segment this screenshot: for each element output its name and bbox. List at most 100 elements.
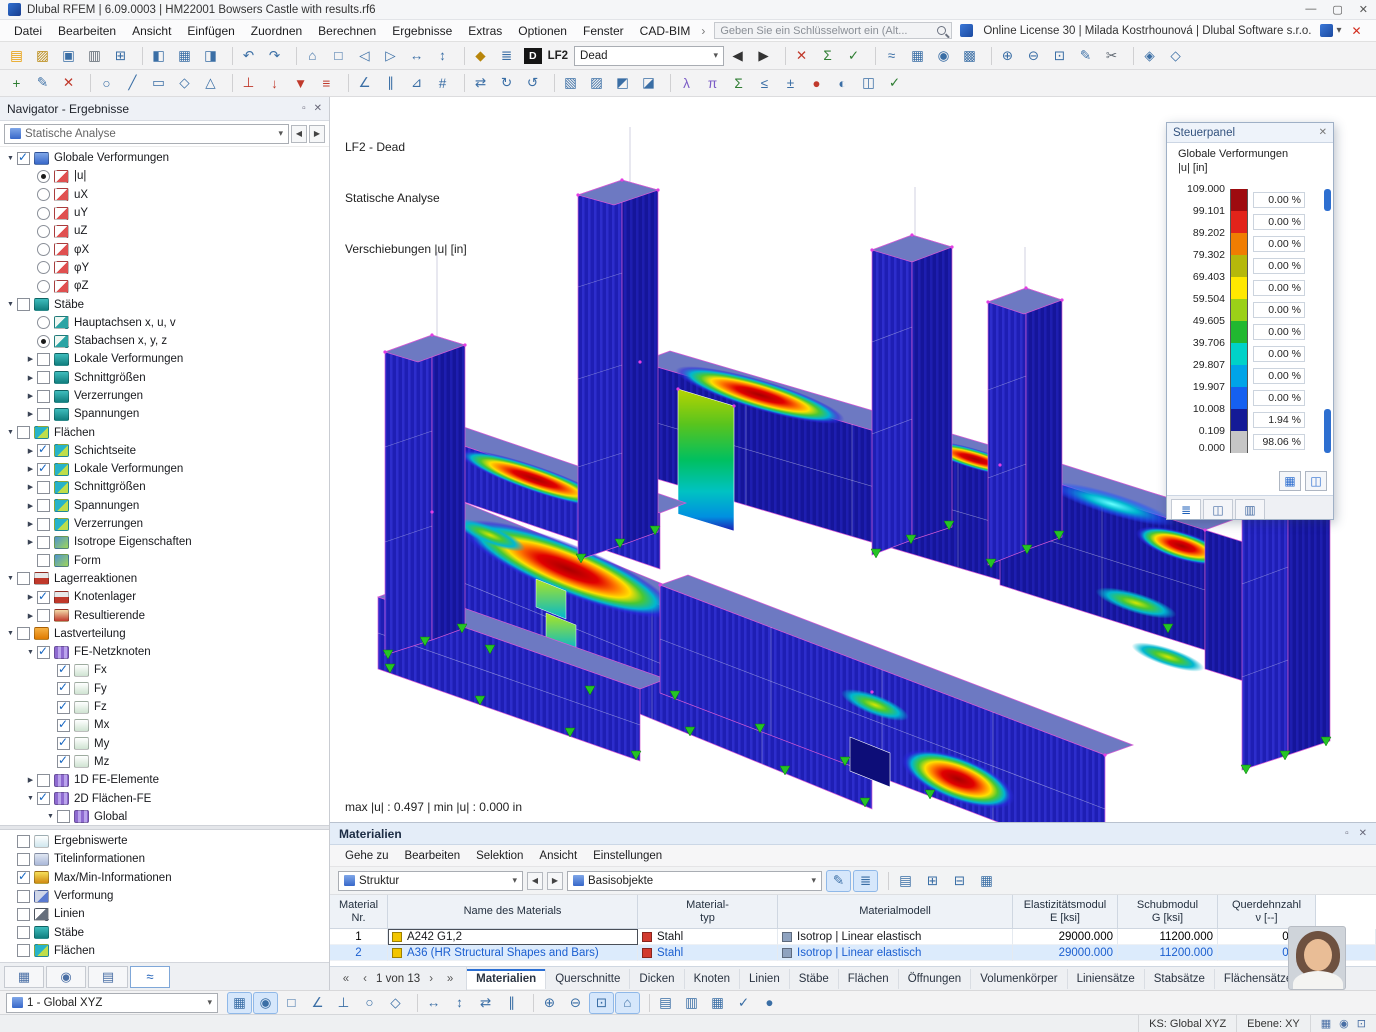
toolbar-icon[interactable]: ◆ — [468, 45, 493, 67]
nav-tree-item[interactable]: Flächen — [0, 423, 329, 441]
toolbar-icon[interactable]: ≣ — [853, 870, 878, 892]
toolbar-icon[interactable]: ⊥ — [331, 992, 356, 1014]
toggle-control[interactable] — [57, 755, 70, 768]
navigator-tab[interactable]: ◉ — [46, 966, 86, 988]
toolbar-icon[interactable] — [84, 74, 91, 92]
menu-item[interactable]: Selektion — [469, 848, 530, 864]
nav-tree-item[interactable]: uX — [0, 186, 329, 204]
toolbar-icon[interactable]: ▷ — [378, 45, 403, 67]
menu-item[interactable]: Datei — [6, 22, 50, 40]
toolbar-icon[interactable]: ⊟ — [947, 870, 972, 892]
toolbar-icon[interactable]: ≤ — [752, 72, 777, 94]
toggle-control[interactable] — [37, 792, 50, 805]
column-header[interactable]: Elastizitätsmodul E [ksi] — [1013, 895, 1118, 929]
toolbar-icon[interactable]: ● — [757, 992, 782, 1014]
chevron-down-icon[interactable]: ▾ — [278, 128, 283, 139]
toolbar-icon[interactable] — [458, 74, 465, 92]
loadcase-select[interactable]: Dead ▾ — [574, 46, 724, 66]
toggle-control[interactable] — [57, 737, 70, 750]
toggle-control[interactable] — [57, 719, 70, 732]
toggle-control[interactable] — [37, 518, 50, 531]
toggle-control[interactable] — [17, 944, 30, 957]
toolbar-icon[interactable]: ▦ — [227, 992, 252, 1014]
panel-tab[interactable]: ◫ — [1203, 499, 1233, 519]
nav-tree-item[interactable]: uY — [0, 204, 329, 222]
expander-icon[interactable] — [24, 520, 37, 528]
close-icon[interactable]: ✕ — [1359, 3, 1368, 16]
expander-icon[interactable] — [24, 795, 37, 802]
toolbar-icon[interactable]: ◇ — [1163, 45, 1188, 67]
nav-tree-item[interactable]: Mz — [0, 753, 329, 771]
expander-icon[interactable] — [24, 649, 37, 656]
toolbar-icon[interactable]: ⊖ — [1021, 45, 1046, 67]
nav-tree-item[interactable]: Stabachsen x, y, z — [0, 332, 329, 350]
toolbar-icon[interactable]: ∠ — [352, 72, 377, 94]
toolbar-icon[interactable] — [869, 47, 876, 65]
toggle-control[interactable] — [37, 353, 50, 366]
toggle-control[interactable] — [37, 444, 50, 457]
chevron-down-icon[interactable]: ▾ — [811, 875, 816, 886]
toggle-control[interactable] — [57, 701, 70, 714]
toggle-control[interactable] — [17, 926, 30, 939]
material-name-cell[interactable]: A36 (HR Structural Shapes and Bars) — [388, 945, 638, 961]
toolbar-icon[interactable]: ▦ — [705, 992, 730, 1014]
column-header[interactable]: Schubmodul G [ksi] — [1118, 895, 1218, 929]
close-icon[interactable]: ✕ — [1359, 828, 1367, 839]
toggle-control[interactable] — [17, 572, 30, 585]
toolbar-icon[interactable]: ▩ — [957, 45, 982, 67]
menu-item[interactable]: Ergebnisse — [384, 22, 460, 40]
toolbar-icon[interactable]: ✎ — [826, 870, 851, 892]
keyword-search-input[interactable]: Geben Sie ein Schlüsselwort ein (Alt... — [714, 22, 952, 39]
expander-icon[interactable] — [24, 776, 37, 784]
nav-tree-item[interactable]: FE-Netzknoten — [0, 643, 329, 661]
toolbar-icon[interactable]: ≈ — [879, 45, 904, 67]
toolbar-icon[interactable]: ∠ — [305, 992, 330, 1014]
toolbar-icon[interactable]: ● — [804, 72, 829, 94]
expander-icon[interactable] — [4, 301, 17, 308]
chevron-down-icon[interactable]: ▾ — [714, 50, 719, 61]
toolbar-icon[interactable]: ✓ — [882, 72, 907, 94]
chevron-down-icon[interactable]: ▾ — [512, 875, 517, 886]
toolbar-icon[interactable]: ⊕ — [995, 45, 1020, 67]
nav-tree-item[interactable]: Schnittgrößen — [0, 369, 329, 387]
expander-icon[interactable] — [24, 465, 37, 473]
menu-item[interactable]: Zuordnen — [243, 22, 310, 40]
material-model-cell[interactable]: Isotrop | Linear elastisch — [778, 945, 1013, 961]
toolbar-icon[interactable]: ≡ — [314, 72, 339, 94]
toolbar-icon[interactable]: ╱ — [120, 72, 145, 94]
nav-tree-item[interactable]: Lokale Verformungen — [0, 460, 329, 478]
toolbar-icon[interactable]: ▥ — [679, 992, 704, 1014]
toolbar-icon[interactable]: ◁ — [352, 45, 377, 67]
toolbar-icon[interactable]: ◧ — [146, 45, 171, 67]
search-icon[interactable] — [937, 26, 946, 35]
toolbar-icon[interactable]: △ — [198, 72, 223, 94]
nav-tree-item[interactable]: φZ — [0, 277, 329, 295]
toolbar-icon[interactable]: ± — [778, 72, 803, 94]
toolbar-icon[interactable]: ⇄ — [468, 72, 493, 94]
toolbar-icon[interactable]: ⊿ — [404, 72, 429, 94]
toolbar-icon[interactable]: ○ — [94, 72, 119, 94]
coordinate-system-select[interactable]: 1 - Global XYZ ▾ — [6, 993, 218, 1013]
expander-icon[interactable] — [24, 593, 37, 601]
panel-tab[interactable]: ▥ — [1235, 499, 1265, 519]
toolbar-icon[interactable]: ◐ — [830, 72, 855, 94]
menu-item[interactable]: Gehe zu — [338, 848, 395, 864]
toolbar-icon[interactable]: ▤ — [4, 45, 29, 67]
table-tab[interactable]: Öffnungen — [899, 969, 972, 989]
table-tab[interactable]: Materialien — [467, 969, 546, 989]
shear-modulus-cell[interactable]: 11200.000 — [1118, 945, 1218, 961]
column-header[interactable]: Material- typ — [638, 895, 778, 929]
first-page-button[interactable]: « — [338, 973, 354, 985]
toolbar-icon[interactable]: λ — [674, 72, 699, 94]
chevron-down-icon[interactable]: ▾ — [1333, 25, 1346, 36]
toolbar-icon[interactable]: ↷ — [262, 45, 287, 67]
expander-icon[interactable] — [24, 355, 37, 363]
toggle-control[interactable] — [37, 371, 50, 384]
menu-item[interactable]: Ansicht — [532, 848, 584, 864]
nav-tree-item[interactable]: Stäbe — [0, 295, 329, 313]
toolbar-icon[interactable]: ⊞ — [920, 870, 945, 892]
status-icon[interactable]: ▦ — [1321, 1017, 1331, 1030]
toolbar-icon[interactable] — [527, 994, 534, 1012]
toggle-control[interactable] — [17, 908, 30, 921]
toolbar-icon[interactable]: ◫ — [856, 72, 881, 94]
